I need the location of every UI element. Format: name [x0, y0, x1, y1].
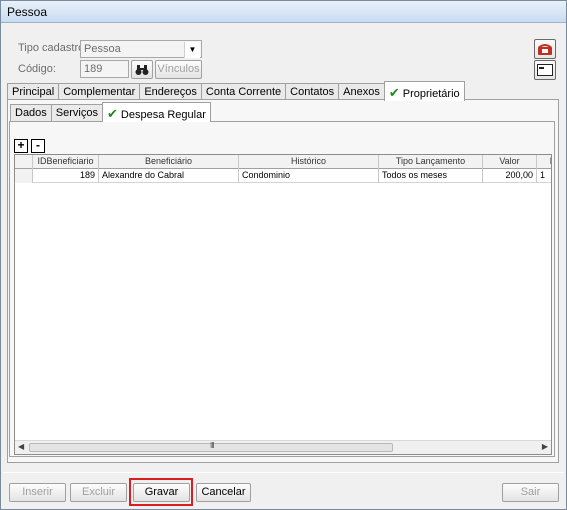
column-header[interactable]: Beneficiário	[99, 155, 239, 169]
footer-divider	[3, 472, 564, 473]
tab-proprietario[interactable]: ✔ Proprietário	[383, 81, 465, 101]
remove-row-button[interactable]: -	[31, 139, 45, 153]
cell-tipo-lancamento[interactable]: Todos os meses	[379, 169, 483, 183]
table-row[interactable]: 189 Alexandre do Cabral Condominio Todos…	[15, 169, 551, 183]
subtab-dados[interactable]: Dados	[10, 104, 52, 122]
codigo-field[interactable]: 189	[80, 60, 129, 78]
binoculars-icon	[135, 65, 149, 75]
subtab-servicos[interactable]: Serviços	[50, 104, 103, 122]
pessoa-window: Pessoa Tipo cadastro Pessoa ▼ Código: 18…	[0, 0, 567, 510]
despesa-grid[interactable]: IDBeneficiario Beneficiário Histórico Ti…	[14, 154, 552, 455]
column-header[interactable]: Valor	[483, 155, 537, 169]
telephone-button[interactable]	[534, 39, 556, 59]
column-header[interactable]: Dia	[537, 155, 551, 169]
scroll-left-icon[interactable]: ◀	[18, 442, 24, 451]
scroll-right-icon[interactable]: ▶	[542, 442, 548, 451]
subtab-despesa-regular[interactable]: ✔ Despesa Regular	[101, 102, 211, 122]
tipo-cadastro-select[interactable]: Pessoa ▼	[80, 40, 202, 58]
codigo-label: Código:	[18, 63, 56, 75]
card-icon	[537, 64, 553, 76]
cell-beneficiario[interactable]: Alexandre do Cabral	[99, 169, 239, 183]
window-title: Pessoa	[7, 5, 48, 19]
checkmark-icon: ✔	[388, 85, 400, 100]
row-indicator-header	[15, 155, 33, 169]
scroll-grip: III	[210, 441, 215, 450]
main-tabs: Principal Complementar Endereços Conta C…	[7, 81, 465, 101]
column-header[interactable]: Histórico	[239, 155, 379, 169]
sub-tabs: Dados Serviços ✔ Despesa Regular	[10, 102, 211, 122]
checkmark-icon: ✔	[106, 106, 118, 121]
gravar-highlight	[129, 478, 193, 506]
card-button[interactable]	[534, 60, 556, 80]
horizontal-scrollbar[interactable]: ◀ III ▶	[15, 440, 551, 454]
scroll-thumb[interactable]: III	[29, 441, 393, 452]
excluir-button[interactable]: Excluir	[70, 483, 127, 502]
cell-historico[interactable]: Condominio	[239, 169, 379, 183]
row-indicator[interactable]	[15, 169, 33, 183]
inserir-button[interactable]: Inserir	[9, 483, 66, 502]
grid-header: IDBeneficiario Beneficiário Histórico Ti…	[15, 155, 551, 169]
vinculos-button[interactable]: Vínculos	[155, 60, 202, 79]
cell-idbeneficiario[interactable]: 189	[33, 169, 99, 183]
chevron-down-icon[interactable]: ▼	[184, 42, 200, 58]
cell-dia[interactable]: 1	[537, 169, 551, 183]
telephone-icon	[538, 44, 552, 55]
tipo-cadastro-label: Tipo cadastro	[18, 42, 85, 54]
cell-valor[interactable]: 200,00	[483, 169, 537, 183]
column-header[interactable]: Tipo Lançamento	[379, 155, 483, 169]
column-header[interactable]: IDBeneficiario	[33, 155, 99, 169]
title-bar: Pessoa	[1, 1, 566, 23]
cancelar-button[interactable]: Cancelar	[196, 483, 251, 502]
add-row-button[interactable]: +	[14, 139, 28, 153]
search-codigo-button[interactable]	[131, 60, 153, 79]
sair-button[interactable]: Sair	[502, 483, 559, 502]
